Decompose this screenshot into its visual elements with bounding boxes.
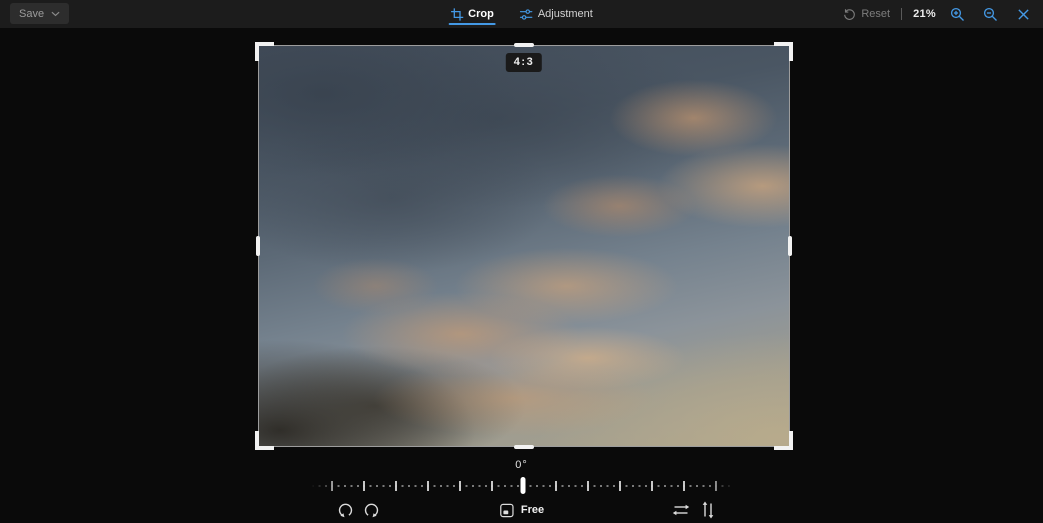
- photo-editor-window: Save Crop Adjustment Reset 21% 4:3 0° Fr…: [0, 0, 1043, 523]
- flip-vertical-button[interactable]: [697, 499, 719, 521]
- close-button[interactable]: [1011, 2, 1035, 26]
- toolbar-divider: [901, 8, 903, 20]
- reset-icon: [843, 8, 856, 21]
- photo-preview: [259, 46, 789, 446]
- tab-crop-label: Crop: [468, 8, 494, 20]
- crop-handle-top-right[interactable]: [774, 42, 793, 61]
- rotate-right-button[interactable]: [360, 499, 382, 521]
- rotation-value: 0°: [515, 459, 528, 471]
- zoom-out-button[interactable]: [978, 2, 1002, 26]
- zoom-level-value: 21%: [913, 8, 936, 20]
- mode-tabs: Crop Adjustment: [444, 0, 599, 28]
- rotate-left-icon: [337, 502, 354, 519]
- flip-horizontal-button[interactable]: [670, 499, 692, 521]
- crop-handle-bottom-left[interactable]: [255, 431, 274, 450]
- adjustment-icon: [520, 8, 533, 21]
- reset-button[interactable]: Reset: [843, 8, 890, 21]
- save-button[interactable]: Save: [10, 3, 70, 24]
- crop-handle-bottom[interactable]: [514, 445, 534, 449]
- crop-handle-bottom-right[interactable]: [774, 431, 793, 450]
- toolbar-right-controls: Reset 21%: [843, 0, 1035, 28]
- crop-handle-top[interactable]: [514, 43, 534, 47]
- rotate-right-icon: [363, 502, 380, 519]
- flip-horizontal-icon: [672, 503, 690, 517]
- save-button-label: Save: [19, 7, 45, 20]
- crop-handle-right[interactable]: [788, 236, 792, 256]
- rotation-slider[interactable]: [311, 477, 735, 494]
- zoom-in-icon: [950, 7, 965, 22]
- zoom-out-icon: [983, 7, 998, 22]
- tab-adjustment-label: Adjustment: [537, 8, 593, 20]
- active-tab-indicator: [448, 22, 496, 25]
- rotation-slider-thumb[interactable]: [520, 477, 526, 494]
- crop-icon: [450, 7, 463, 21]
- crop-region[interactable]: 4:3: [255, 42, 793, 450]
- chevron-down-icon: [51, 11, 60, 17]
- zoom-in-button[interactable]: [945, 2, 969, 26]
- rotate-left-button[interactable]: [334, 499, 356, 521]
- close-icon: [1017, 8, 1030, 21]
- toolbar: Save Crop Adjustment Reset 21%: [0, 0, 1043, 28]
- aspect-ratio-label: Free: [520, 504, 545, 516]
- flip-vertical-icon: [701, 501, 715, 519]
- reset-label: Reset: [861, 8, 891, 20]
- tab-adjustment[interactable]: Adjustment: [514, 0, 599, 28]
- aspect-ratio-badge: 4:3: [505, 53, 543, 72]
- aspect-ratio-button[interactable]: Free: [499, 499, 544, 521]
- aspect-ratio-icon: [499, 503, 514, 518]
- crop-handle-left[interactable]: [256, 236, 260, 256]
- tab-crop[interactable]: Crop: [444, 0, 500, 28]
- crop-handle-top-left[interactable]: [255, 42, 274, 61]
